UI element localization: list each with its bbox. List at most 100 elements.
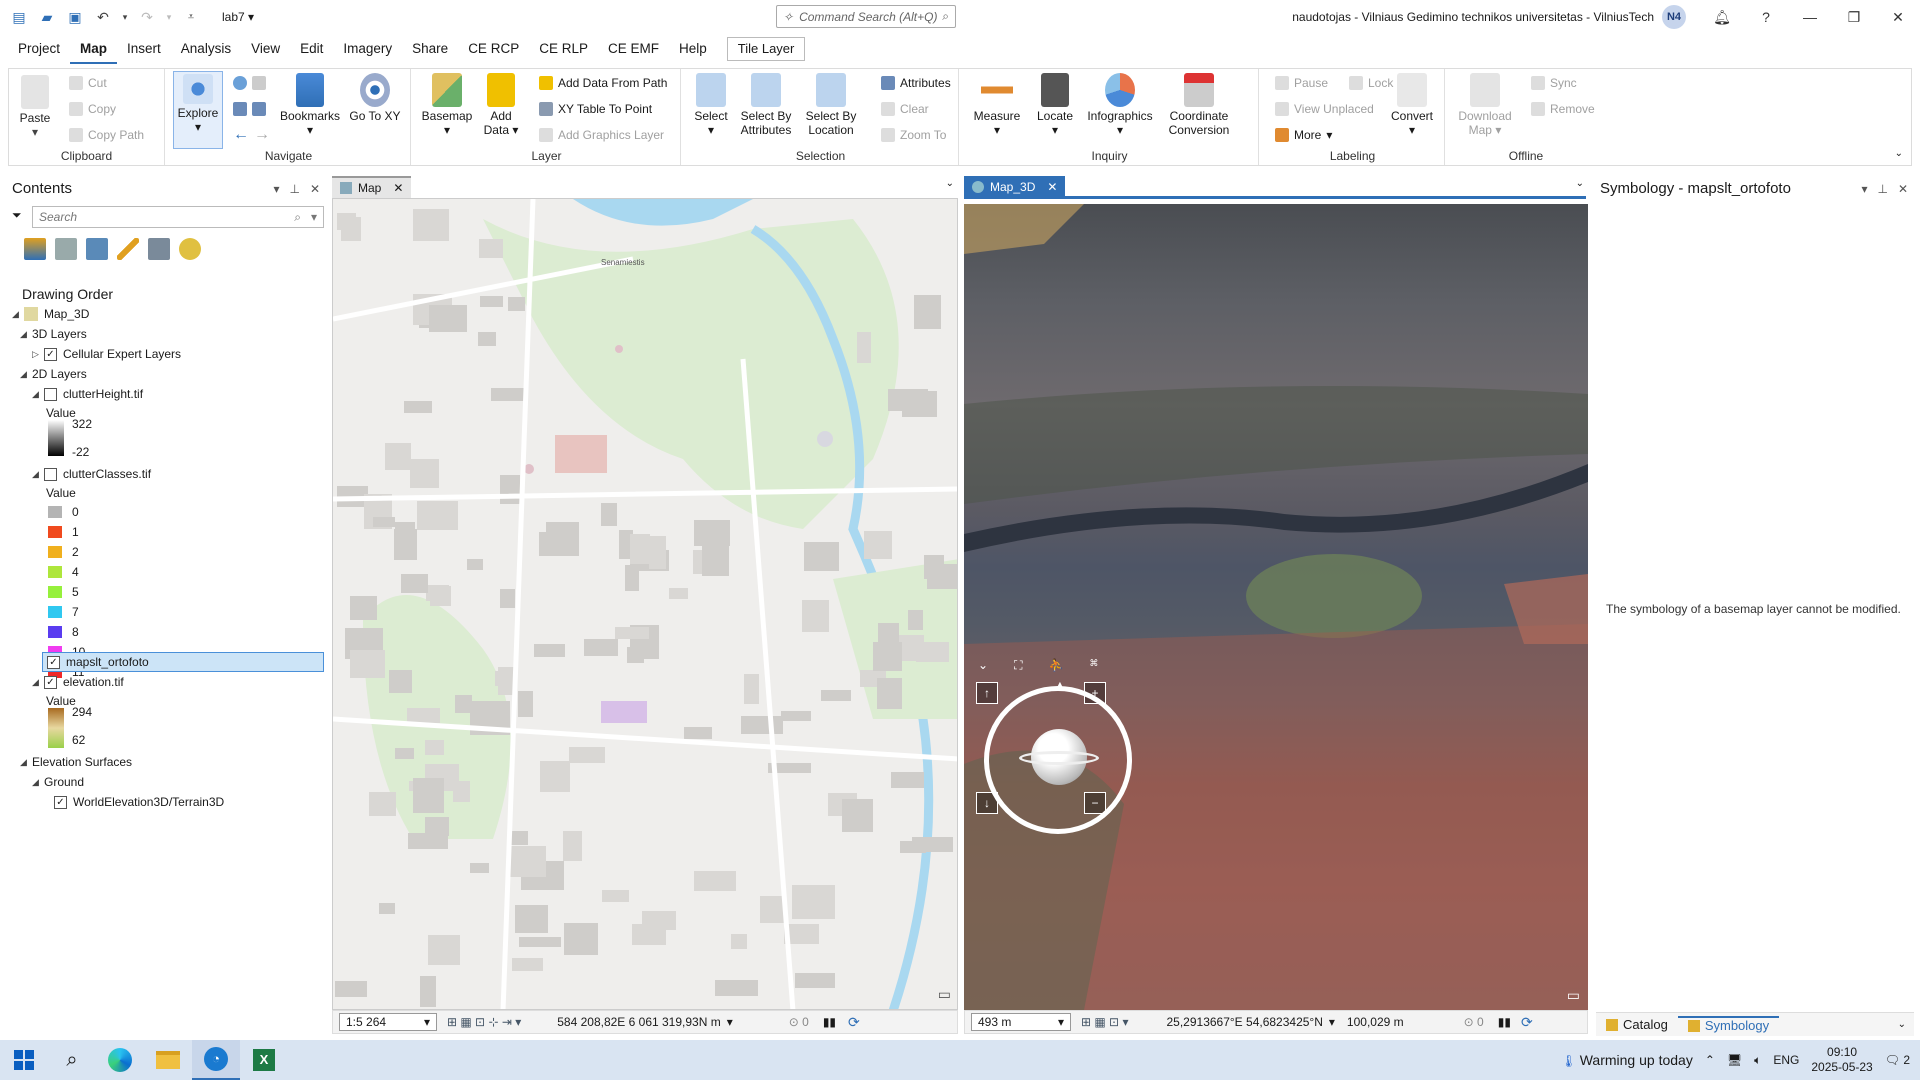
coord-format-dropdown[interactable]: ▾ [727,1015,733,1029]
close-icon[interactable]: ✕ [1876,0,1920,34]
filter-icon[interactable]: ⏷ [12,208,22,223]
arcgis-pro-icon[interactable]: ◔ [192,1040,240,1080]
go-to-xy-button[interactable]: Go To XY [347,73,403,123]
collapse-icon[interactable]: ◢ [12,309,24,320]
copy-button[interactable]: Copy [69,99,116,119]
coord-format-dropdown[interactable]: ▾ [1329,1015,1335,1029]
customize-qat-icon[interactable]: ⩡ [180,6,202,28]
menu-ce-emf[interactable]: CE EMF [598,34,669,64]
menu-edit[interactable]: Edit [290,34,333,64]
show-hidden-icons[interactable]: ⌃ [1705,1053,1715,1067]
coordinate-conversion-button[interactable]: Coordinate Conversion [1161,73,1237,137]
explore-button[interactable]: Explore ▾ [173,71,223,149]
language-indicator[interactable]: ENG [1773,1053,1799,1067]
contents-search-input[interactable]: Search ⌕ ▾ [32,206,324,228]
list-by-snapping-icon[interactable] [148,238,170,260]
tab-tile-layer[interactable]: Tile Layer [726,37,806,61]
menu-view[interactable]: View [241,34,290,64]
menu-share[interactable]: Share [402,34,458,64]
map-notes-icon[interactable]: ▭ [1567,987,1580,1004]
locate-button[interactable]: Locate ▾ [1031,73,1079,137]
collapse-icon[interactable]: ◢ [32,389,44,400]
new-project-icon[interactable]: ▤ [8,6,30,28]
list-by-source-icon[interactable] [55,238,77,260]
select-button[interactable]: Select ▾ [689,73,733,137]
avatar[interactable]: N4 [1662,5,1686,29]
map-2d-view[interactable]: Senamiestis ▭ [332,198,958,1010]
xy-table-to-point-button[interactable]: XY Table To Point [539,99,652,119]
next-extent-icon[interactable]: → [254,126,270,144]
zoom-tools[interactable] [233,99,266,119]
collapse-icon[interactable]: ◢ [20,329,32,340]
clear-selection-button[interactable]: Clear [881,99,929,119]
collapse-icon[interactable]: ◢ [32,677,44,688]
refresh-icon[interactable]: ⟳ [848,1014,860,1031]
select-by-location-button[interactable]: Select By Location [801,73,861,137]
toc-ground[interactable]: ◢ Ground [32,772,84,792]
clock[interactable]: 09:10 2025-05-23 [1811,1045,1872,1075]
undo-icon[interactable]: ↶ [92,6,114,28]
basemap-button[interactable]: Basemap ▾ [419,73,475,137]
redo-icon[interactable]: ↷ [136,6,158,28]
layer-checkbox[interactable]: ✓ [44,347,57,361]
project-name[interactable]: lab7 ▾ [222,10,254,24]
basemap-streets[interactable]: Senamiestis [333,199,958,1010]
layer-checkbox[interactable] [44,387,57,401]
cut-button[interactable]: Cut [69,73,107,93]
scale-selector[interactable]: 1:5 264 ▾ [339,1013,437,1031]
full-control-icon[interactable]: ⛶ [1014,658,1022,673]
list-by-drawing-order-icon[interactable] [24,238,46,260]
collapse-icon[interactable]: ◢ [20,757,32,768]
menu-project[interactable]: Project [0,34,70,64]
collapse-icon[interactable]: ◢ [20,369,32,380]
toc-2d-layers[interactable]: ◢ 2D Layers [20,364,87,384]
pin-icon[interactable]: ⊥ [1877,182,1887,196]
convert-button[interactable]: Convert ▾ [1385,73,1439,137]
notifications-icon[interactable]: 🔔︎ [1700,0,1744,34]
layer-checkbox[interactable]: ✓ [47,655,60,669]
start-icon[interactable] [0,1040,48,1080]
select-by-attributes-button[interactable]: Select By Attributes [735,73,797,137]
menu-insert[interactable]: Insert [117,34,171,64]
weather-widget[interactable]: 🌡︎ Warming up today [1561,1052,1693,1068]
tab-map-3d[interactable]: Map_3D ✕ [964,176,1066,198]
collapse-ribbon-icon[interactable]: ⌄ [1895,148,1903,159]
pause-labeling-button[interactable]: Pause [1275,73,1328,93]
toc-elevation-surfaces[interactable]: ◢ Elevation Surfaces [20,752,132,772]
menu-map[interactable]: Map [70,34,118,64]
volume-icon[interactable]: 🔈︎ [1754,1053,1761,1068]
toc-elevation[interactable]: ◢ ✓ elevation.tif [32,672,124,692]
zoom-to-selection-button[interactable]: Zoom To [881,125,946,145]
pin-icon[interactable]: ⊥ [289,182,299,196]
add-graphics-layer-button[interactable]: Add Graphics Layer [539,125,664,145]
toc-mapslt-ortofoto[interactable]: ✓ mapslt_ortofoto [42,652,324,672]
list-by-labeling-icon[interactable] [179,238,201,260]
pause-drawing-icon[interactable]: ▮▮ [823,1015,836,1029]
paste-button[interactable]: Paste ▾ [13,73,57,139]
menu-analysis[interactable]: Analysis [171,34,241,64]
tab-symbology[interactable]: Symbology [1677,1016,1780,1033]
redo-dropdown-icon[interactable]: ▾ [164,6,174,28]
tab-options-icon[interactable]: ⌄ [1576,178,1584,189]
previous-extent-icon[interactable]: ← [233,126,249,144]
expand-icon[interactable]: ▷ [32,349,44,360]
open-project-icon[interactable]: ▰ [36,6,58,28]
sync-button[interactable]: Sync [1531,73,1577,93]
close-tab-icon[interactable]: ✕ [393,181,403,195]
toc-clutter-height[interactable]: ◢ clutterHeight.tif [32,384,143,404]
navigator-compass[interactable]: ▲ [984,677,1132,834]
menu-ce-rcp[interactable]: CE RCP [458,34,529,64]
command-search-input[interactable]: ✧ Command Search (Alt+Q) ⌕ [776,5,956,28]
extent-history[interactable]: ← → [233,125,270,145]
help-icon[interactable]: ? [1744,0,1788,34]
menu-help[interactable]: Help [669,34,717,64]
toc-world-elevation[interactable]: ✓ WorldElevation3D/Terrain3D [54,792,224,812]
infographics-button[interactable]: Infographics ▾ [1085,73,1155,137]
map-3d-view[interactable]: ⌄ ⛶ ⛹ ⌘ ↑ + ↓ − ▲ ▭ [964,204,1588,1010]
collapse-icon[interactable]: ◢ [32,777,44,788]
menu-ce-rlp[interactable]: CE RLP [529,34,598,64]
first-person-icon[interactable]: ⛹ [1048,658,1063,673]
excel-icon[interactable]: X [240,1040,288,1080]
toc-map[interactable]: ◢ Map_3D [12,304,89,324]
view-unplaced-button[interactable]: View Unplaced [1275,99,1374,119]
